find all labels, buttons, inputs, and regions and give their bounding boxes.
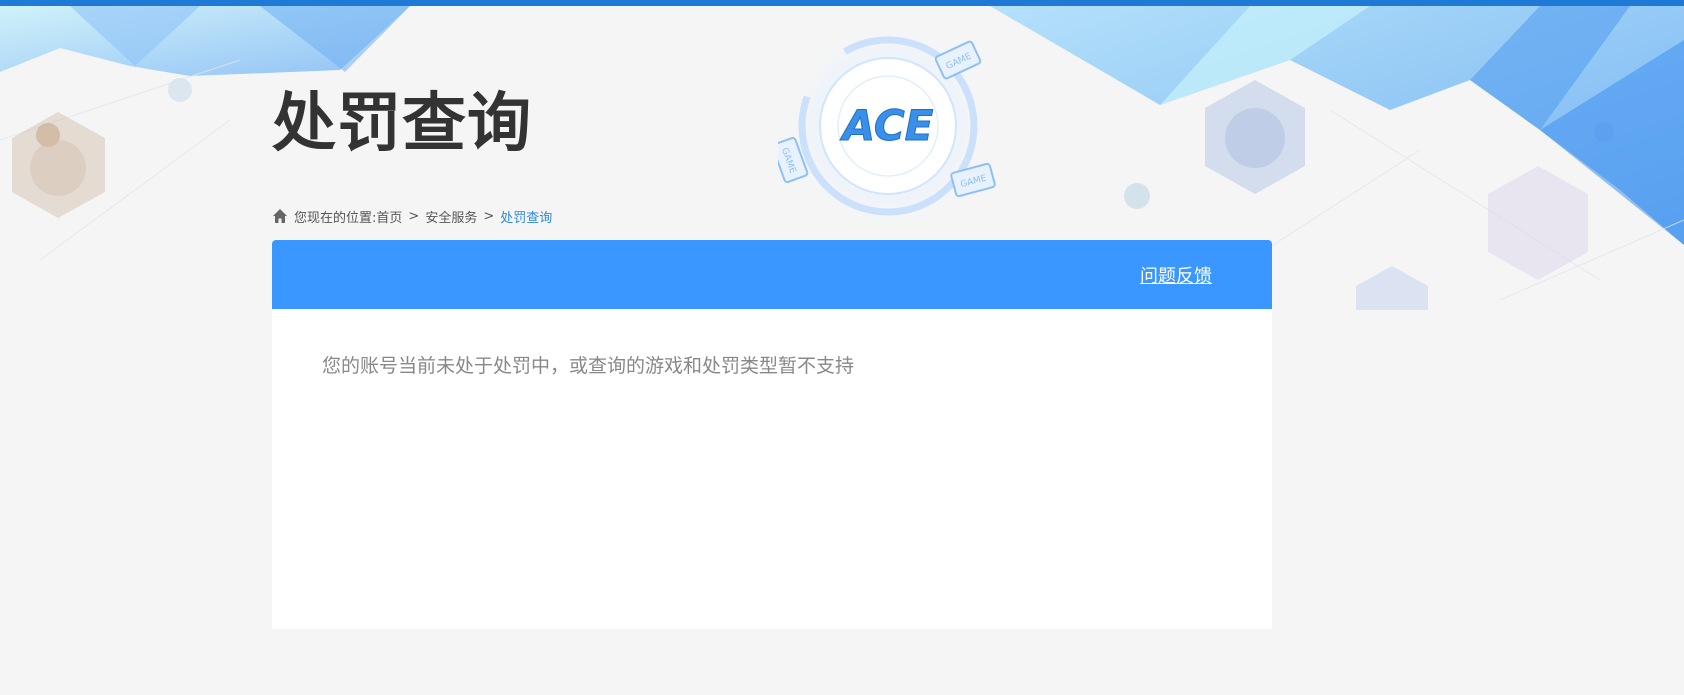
home-icon bbox=[273, 209, 287, 223]
breadcrumb-security-link[interactable]: 安全服务 bbox=[425, 207, 477, 226]
status-message: 您的账号当前未处于处罚中，或查询的游戏和处罚类型暂不支持 bbox=[322, 355, 855, 377]
feedback-link[interactable]: 问题反馈 bbox=[1140, 262, 1212, 288]
breadcrumb: 您现在的位置: 首页 > 安全服务 > 处罚查询 bbox=[272, 206, 552, 226]
breadcrumb-current: 处罚查询 bbox=[500, 210, 553, 226]
panel-header: 问题反馈 bbox=[272, 240, 1272, 309]
breadcrumb-separator: > bbox=[483, 208, 495, 224]
result-panel: 问题反馈 您的账号当前未处于处罚中，或查询的游戏和处罚类型暂不支持 bbox=[272, 240, 1272, 629]
breadcrumb-separator: > bbox=[408, 208, 420, 224]
breadcrumb-prefix: 您现在的位置: bbox=[294, 210, 377, 226]
ace-logo-text: ACE bbox=[840, 101, 934, 150]
panel-body: 您的账号当前未处于处罚中，或查询的游戏和处罚类型暂不支持 bbox=[272, 309, 1272, 378]
breadcrumb-home-link[interactable]: 首页 bbox=[376, 207, 402, 226]
page: ACE GAME GAME GAME 处罚查询 您现在的位置: 首页 > 安全服… bbox=[0, 0, 1684, 695]
ace-logo-icon: ACE GAME GAME GAME bbox=[778, 22, 996, 230]
page-title: 处罚查询 bbox=[272, 87, 532, 161]
